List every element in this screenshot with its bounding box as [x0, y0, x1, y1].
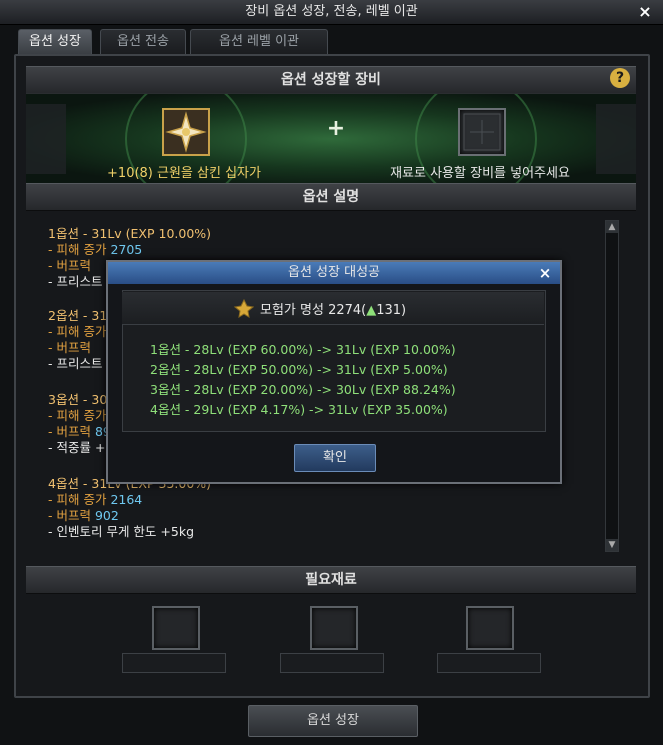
popup-title: 옵션 성장 대성공	[108, 262, 560, 284]
equip-section-header: 옵션 성장할 장비	[26, 66, 636, 94]
window-title: 장비 옵션 성장, 전송, 레벨 이관	[245, 4, 418, 19]
option-block-4: 4옵션 - 31Lv (EXP 35.00%) - 피해 증가 2164 - 버…	[48, 476, 211, 540]
fame-delta: 131)	[376, 303, 407, 318]
option-title: 2옵션 - 31	[48, 308, 108, 323]
material-count-3	[437, 653, 541, 673]
fame-up-arrow-icon: ▲	[366, 303, 377, 318]
fame-bar: 모험가 명성 2274(▲131)	[122, 292, 544, 325]
material-count-1	[122, 653, 226, 673]
option-line-extra: - 인벤토리 무게 한도 +5kg	[48, 524, 195, 539]
fame-text: 모험가 명성 2274(▲131)	[260, 299, 406, 318]
desc-section-header: 옵션 설명	[26, 183, 636, 211]
window: 장비 옵션 성장, 전송, 레벨 이관 × 옵션 성장 옵션 전송 옵션 레벨 …	[0, 0, 663, 745]
plus-icon: +	[326, 116, 346, 141]
option-line-value: 2164	[110, 492, 143, 507]
equip-slot[interactable]	[162, 108, 210, 156]
option-line-value: 902	[94, 508, 119, 523]
option-line-extra: - 프리스트	[48, 356, 103, 371]
result-line: 3옵션 - 28Lv (EXP 20.00%) -> 30Lv (EXP 88.…	[150, 382, 456, 397]
close-button[interactable]: ×	[635, 2, 655, 22]
fame-icon	[233, 298, 255, 318]
tab-option-level-transfer[interactable]: 옵션 레벨 이관	[190, 29, 328, 54]
description-scrollbar[interactable]: ▲ ▼	[605, 220, 619, 552]
equip-item-name: +10(8) 근원을 삼킨 십자가	[107, 166, 261, 181]
equipment-banner: + +10(8) 근원을 삼킨 십자가 재료로 사용할 장비를 넣어주세요	[26, 93, 636, 185]
result-line: 2옵션 - 28Lv (EXP 50.00%) -> 31Lv (EXP 5.0…	[150, 362, 448, 377]
material-slot-3[interactable]	[466, 606, 514, 650]
option-grow-button[interactable]: 옵션 성장	[248, 705, 418, 737]
equip-header-text: 옵션 성장할 장비	[281, 72, 381, 88]
tab-option-transfer[interactable]: 옵션 전송	[100, 29, 186, 54]
materials-section-header: 필요재료	[26, 566, 636, 594]
desc-header-text: 옵션 설명	[302, 189, 360, 205]
scroll-up-icon[interactable]: ▲	[606, 221, 618, 233]
material-equip-slot[interactable]	[458, 108, 506, 156]
option-block-2: 2옵션 - 31 - 피해 증가 - 버프력 - 프리스트	[48, 308, 107, 372]
material-count-2	[280, 653, 384, 673]
confirm-button[interactable]: 확인	[294, 444, 376, 472]
cross-item-icon	[164, 110, 208, 154]
material-slot-1[interactable]	[152, 606, 200, 650]
option-line-label: - 피해 증가	[48, 324, 107, 339]
material-slot-2[interactable]	[310, 606, 358, 650]
material-hint: 재료로 사용할 장비를 넣어주세요	[390, 166, 570, 181]
option-line-value: 2705	[110, 242, 143, 257]
title-bar: 장비 옵션 성장, 전송, 레벨 이관 ×	[0, 0, 663, 25]
result-list: 1옵션 - 28Lv (EXP 60.00%) -> 31Lv (EXP 10.…	[150, 340, 456, 420]
popup-close-button[interactable]: ×	[536, 263, 554, 283]
option-line-label: - 버프력	[48, 508, 91, 523]
option-line-label: - 버프력	[48, 340, 91, 355]
option-line-label: - 피해 증가	[48, 492, 107, 507]
option-line-label: - 피해 증가	[48, 242, 107, 257]
result-line: 1옵션 - 28Lv (EXP 60.00%) -> 31Lv (EXP 10.…	[150, 342, 456, 357]
success-popup: 옵션 성장 대성공 × 모험가 명성 2274(▲131) 1옵션 - 28Lv…	[106, 260, 562, 484]
fame-label: 모험가 명성 2274(	[260, 303, 367, 318]
empty-slot-icon	[463, 113, 501, 151]
option-line-label: - 버프력	[48, 424, 91, 439]
result-line: 4옵션 - 29Lv (EXP 4.17%) -> 31Lv (EXP 35.0…	[150, 402, 448, 417]
scroll-down-icon[interactable]: ▼	[606, 539, 618, 551]
materials-header-text: 필요재료	[305, 572, 357, 588]
option-title: 1옵션 - 31Lv (EXP 10.00%)	[48, 226, 212, 241]
help-icon[interactable]: ?	[610, 68, 630, 88]
tab-option-growth[interactable]: 옵션 성장	[18, 29, 92, 54]
